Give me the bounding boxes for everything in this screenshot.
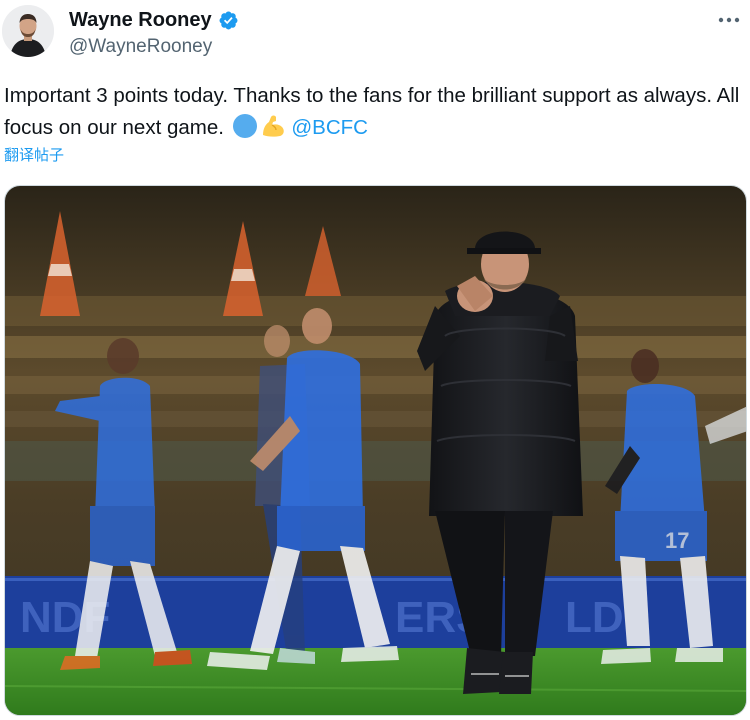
handle[interactable]: @WayneRooney (69, 35, 212, 59)
avatar[interactable] (2, 5, 54, 57)
verified-badge-icon (218, 10, 239, 31)
tweet-body: Important 3 points today. Thanks to the … (4, 84, 740, 139)
display-name[interactable]: Wayne Rooney (69, 7, 212, 33)
tweet-text: Important 3 points today. Thanks to the … (4, 80, 744, 144)
translate-post-link[interactable]: 翻译帖子 (4, 146, 64, 166)
mention-link[interactable]: @BCFC (291, 116, 368, 139)
name-row: Wayne Rooney (69, 7, 239, 33)
avatar-image (2, 5, 54, 57)
blue-circle-emoji (232, 113, 258, 139)
more-options-icon[interactable] (714, 8, 744, 32)
flexed-biceps-emoji (260, 113, 286, 139)
tweet: Wayne Rooney @WayneRooney Important 3 po… (0, 0, 750, 720)
svg-text:17: 17 (665, 528, 689, 553)
svg-text:LD: LD (565, 593, 624, 642)
media-photo[interactable]: NDF ERS LD 17 (4, 185, 747, 716)
tweet-header: Wayne Rooney @WayneRooney (0, 0, 750, 70)
photo-scene: NDF ERS LD 17 (5, 186, 746, 715)
